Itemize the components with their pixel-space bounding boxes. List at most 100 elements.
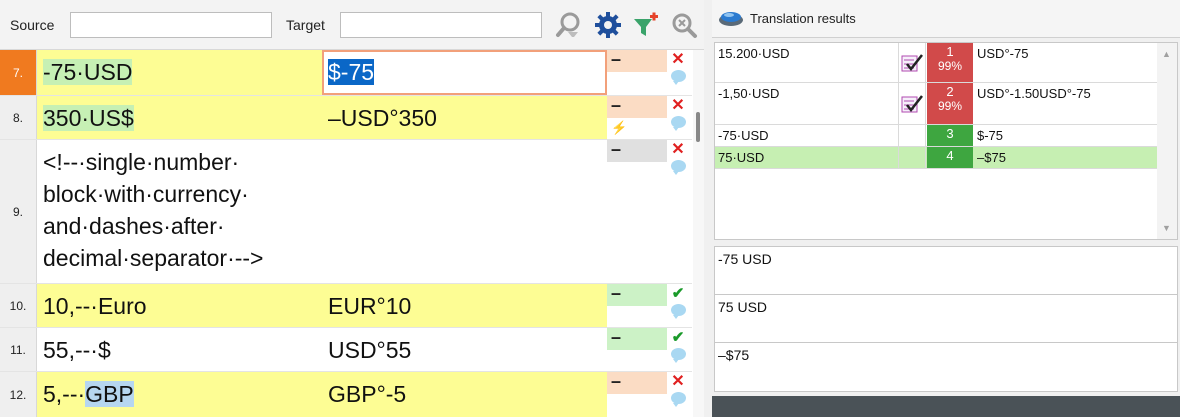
source-cell: 5,--·GBP: [37, 372, 322, 417]
result-source: 15.200·USD: [718, 46, 790, 61]
grid-scrollbar[interactable]: [693, 50, 704, 417]
zoom-icon[interactable]: [668, 9, 700, 41]
compare-panel: -75 USD 75 USD –$75: [714, 246, 1178, 392]
source-cell: 10,--·Euro: [37, 284, 322, 327]
match-badge: 2 99%: [927, 83, 973, 124]
row-number: 10.: [0, 284, 37, 327]
editor-pane: Source Target 7. -75·USD $-75 – ✕ 8. 350…: [0, 0, 704, 417]
gear-icon[interactable]: [592, 9, 624, 41]
source-text: 10,--·Euro: [43, 293, 147, 319]
row-icons: ✕: [668, 52, 688, 85]
target-text: USD°55: [328, 337, 412, 363]
segment-row[interactable]: 7. -75·USD $-75 – ✕: [0, 50, 692, 96]
result-target: –$75: [977, 150, 1006, 165]
source-text: -75·USD: [43, 59, 133, 85]
source-text: 5,--·: [43, 381, 86, 407]
filter-bar: Source Target: [0, 0, 704, 50]
target-text: EUR°10: [328, 293, 412, 319]
match-percent: 99%: [937, 59, 963, 73]
target-filter-label: Target: [286, 17, 325, 33]
target-text: GBP°-5: [328, 381, 407, 407]
status-footer: [712, 396, 1180, 417]
segment-row[interactable]: 10. 10,--·Euro EUR°10 – ✔: [0, 284, 692, 328]
target-cell[interactable]: GBP°-5: [322, 372, 607, 417]
status-indicator: –: [607, 284, 667, 306]
source-filter-input[interactable]: [70, 12, 272, 38]
result-row[interactable]: -75·USD 3 $-75: [715, 125, 1157, 147]
target-cell[interactable]: USD°55: [322, 328, 607, 371]
lightning-icon: ⚡: [611, 120, 628, 135]
source-text-line: decimal·separator·-->: [43, 245, 264, 271]
target-text-selected[interactable]: $-75: [328, 59, 375, 85]
target-cell[interactable]: [322, 140, 607, 283]
source-cell: 55,--·$: [37, 328, 322, 371]
segment-row[interactable]: 12. 5,--·GBP GBP°-5 – ✕: [0, 372, 692, 417]
result-target: USD°-1.50USD°-75: [977, 86, 1091, 101]
result-target: USD°-75: [977, 46, 1029, 61]
target-filter-input[interactable]: [340, 12, 542, 38]
source-cell: 350·US$: [37, 96, 322, 139]
row-number: 12.: [0, 372, 37, 417]
magnifier-filter-icon[interactable]: [553, 9, 585, 41]
row-icons: ✕: [668, 142, 688, 175]
source-text-line: <!--·single·number·: [43, 149, 240, 175]
result-row[interactable]: -1,50·USD 2 99% USD°-1.50USD°-75: [715, 83, 1157, 125]
source-text: 350·US$: [43, 105, 134, 131]
funnel-plus-icon[interactable]: [630, 9, 662, 41]
error-x-icon[interactable]: ✕: [671, 142, 684, 158]
source-cell: <!--·single·number· block·with·currency·…: [37, 140, 322, 283]
results-list: 15.200·USD 1 99% USD°-75 -1,50·USD 2 99%…: [714, 42, 1178, 240]
check-icon[interactable]: ✔: [672, 330, 685, 346]
match-badge: 1 99%: [927, 43, 973, 82]
target-cell-active[interactable]: $-75: [322, 50, 607, 95]
source-filter-label: Source: [10, 17, 55, 33]
row-icons: ✕: [668, 98, 688, 131]
error-x-icon[interactable]: ✕: [671, 98, 684, 114]
scroll-up-arrow-icon[interactable]: ▲: [1162, 49, 1171, 59]
comment-bubble-icon[interactable]: [670, 392, 686, 407]
error-x-icon[interactable]: ✕: [671, 374, 684, 390]
comment-bubble-icon[interactable]: [670, 304, 686, 319]
row-number: 7.: [0, 50, 37, 95]
results-scrollbar[interactable]: ▲ ▼: [1157, 43, 1177, 239]
translation-results-title: Translation results: [750, 11, 856, 26]
row-icons: ✕: [668, 374, 688, 407]
segment-row[interactable]: 11. 55,--·$ USD°55 – ✔: [0, 328, 692, 372]
target-text: –USD°350: [328, 105, 437, 131]
target-cell[interactable]: EUR°10: [322, 284, 607, 327]
match-badge: 3: [927, 125, 973, 146]
comment-bubble-icon[interactable]: [670, 348, 686, 363]
error-x-icon[interactable]: ✕: [671, 52, 684, 68]
result-icon-cell: [898, 125, 926, 146]
source-text-line: and·dashes·after·: [43, 213, 225, 239]
status-indicator: –: [607, 50, 667, 72]
result-source: 75·USD: [718, 150, 765, 165]
status-indicator: –: [607, 328, 667, 350]
segment-row[interactable]: 9. <!--·single·number· block·with·curren…: [0, 140, 692, 284]
row-number: 8.: [0, 96, 37, 139]
app-window: Source Target 7. -75·USD $-75 – ✕ 8. 350…: [0, 0, 1180, 417]
comment-bubble-icon[interactable]: [670, 116, 686, 131]
translation-memory-icon: [719, 12, 743, 26]
row-icons: ✔: [668, 330, 688, 363]
result-row[interactable]: 15.200·USD 1 99% USD°-75: [715, 43, 1157, 83]
comment-bubble-icon[interactable]: [670, 160, 686, 175]
status-indicator: –: [607, 140, 667, 162]
result-row-selected[interactable]: 75·USD 4 –$75: [715, 147, 1157, 169]
match-rank: 1: [946, 44, 954, 59]
checklist-icon: [898, 43, 926, 82]
check-icon[interactable]: ✔: [672, 286, 685, 302]
comment-bubble-icon[interactable]: [670, 70, 686, 85]
segment-row[interactable]: 8. 350·US$ –USD°350 – ⚡ ✕: [0, 96, 692, 140]
target-cell[interactable]: –USD°350: [322, 96, 607, 139]
source-text-line: block·with·currency·: [43, 181, 249, 207]
grid-scrollbar-thumb[interactable]: [696, 112, 700, 142]
status-indicator: –: [607, 372, 667, 394]
source-cell: -75·USD: [37, 50, 322, 95]
segment-grid: 7. -75·USD $-75 – ✕ 8. 350·US$ –USD°350 …: [0, 50, 692, 417]
result-source: -1,50·USD: [718, 86, 780, 101]
match-rank: 3: [946, 126, 954, 141]
source-text: 55,--·$: [43, 337, 111, 363]
scroll-down-arrow-icon[interactable]: ▼: [1162, 223, 1171, 233]
source-text-highlight: GBP: [85, 381, 134, 407]
